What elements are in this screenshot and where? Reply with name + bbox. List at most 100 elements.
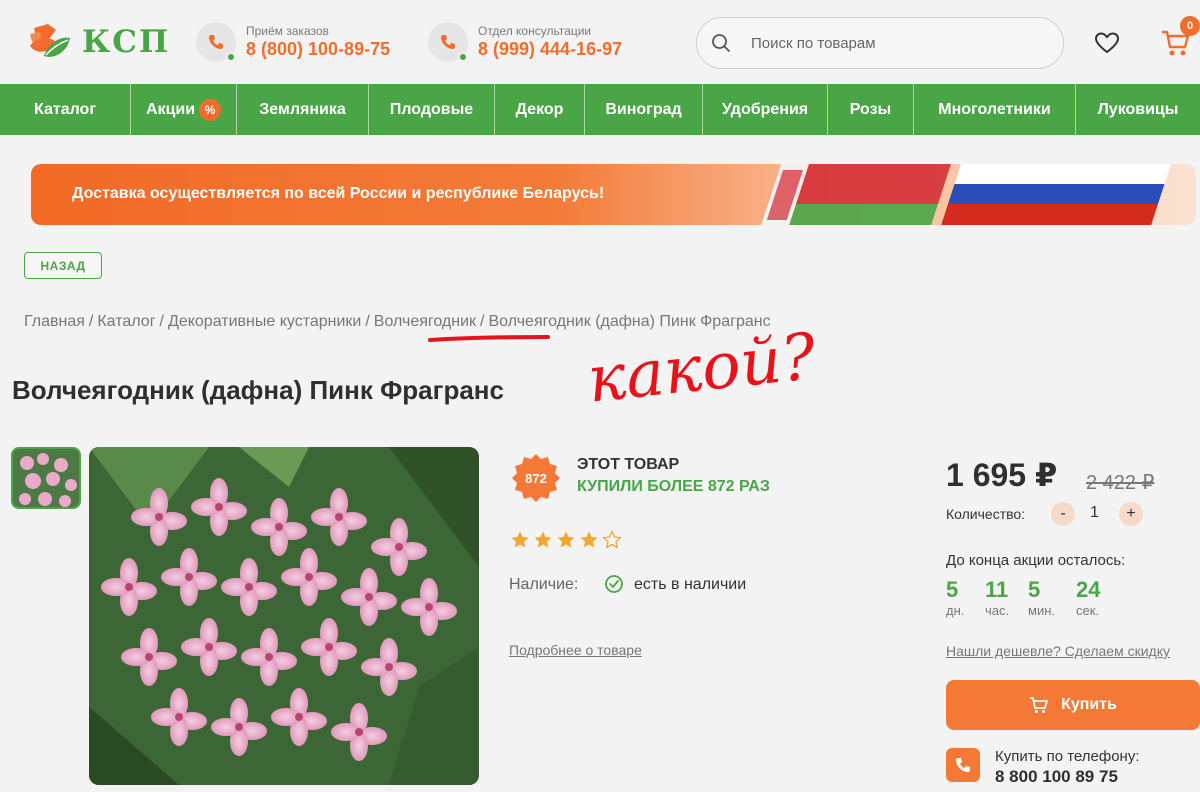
- product-details-link[interactable]: Подробнее о товаре: [509, 642, 642, 658]
- nav-item-decor[interactable]: Декор: [495, 84, 585, 135]
- nav-item-roses[interactable]: Розы: [828, 84, 914, 135]
- timer-days: 5 дн.: [946, 578, 964, 620]
- logo-text: КСП: [82, 24, 171, 60]
- breadcrumb-separator: /: [365, 313, 370, 330]
- online-dot: [459, 53, 467, 61]
- timer-value: 5: [1028, 577, 1041, 602]
- nav-label: Плодовые: [389, 100, 474, 118]
- nav-item-bulbs[interactable]: Луковицы: [1076, 84, 1200, 135]
- phone-consult[interactable]: Отдел консультации 8 (999) 444-16-97: [428, 22, 622, 62]
- percent-badge-icon: %: [199, 98, 222, 121]
- phone-buy-icon-wrap[interactable]: [946, 748, 980, 782]
- nav-label: Декор: [515, 100, 564, 118]
- daphne-flowers-image: [89, 447, 479, 785]
- star-filled-icon[interactable]: [579, 530, 599, 550]
- back-button[interactable]: НАЗАД: [24, 252, 102, 279]
- breadcrumb-item-shrubs[interactable]: Декоративные кустарники: [168, 313, 361, 330]
- site-logo[interactable]: КСП: [26, 22, 170, 62]
- timer-minutes: 5 мин.: [1028, 578, 1055, 620]
- breadcrumb-item-daphne[interactable]: Волчеягодник: [374, 313, 476, 330]
- timer-value: 24: [1076, 577, 1101, 602]
- old-price: 2 422 ₽: [1086, 472, 1155, 494]
- banner-text: Доставка осуществляется по всей России и…: [72, 185, 605, 202]
- timer-value: 5: [946, 577, 959, 602]
- search-input[interactable]: [751, 34, 1031, 52]
- product-main-image[interactable]: [89, 447, 479, 785]
- star-empty-icon[interactable]: [602, 530, 622, 550]
- nav-label: Удобрения: [721, 100, 809, 118]
- nav-item-catalog[interactable]: Каталог: [0, 84, 131, 135]
- online-dot: [227, 53, 235, 61]
- phone-buy-label: Купить по телефону:: [995, 748, 1140, 765]
- timer-label: До конца акции осталось:: [946, 552, 1126, 569]
- phone-orders-icon-wrap: [196, 22, 236, 62]
- phone-buy-number[interactable]: 8 800 100 89 75: [995, 767, 1118, 787]
- stock-value: есть в наличии: [634, 576, 747, 593]
- nav-label: Виноград: [605, 100, 682, 118]
- nav-item-fertilizers[interactable]: Удобрения: [703, 84, 828, 135]
- nav-label: Многолетники: [938, 100, 1051, 118]
- nav-label: Каталог: [34, 100, 96, 118]
- breadcrumb-separator: /: [159, 313, 164, 330]
- current-price: 1 695 ₽: [946, 457, 1058, 493]
- quantity-decrease-button[interactable]: -: [1051, 502, 1075, 526]
- star-filled-icon[interactable]: [533, 530, 553, 550]
- nav-label: Акции: [145, 100, 196, 118]
- bought-line-2: КУПИЛИ БОЛЕЕ 872 РАЗ: [577, 478, 770, 495]
- bought-line-1: ЭТОТ ТОВАР: [577, 456, 680, 473]
- phone-consult-icon-wrap: [428, 22, 468, 62]
- nav-item-strawberry[interactable]: Земляника: [237, 84, 369, 135]
- cart-count-badge: 0: [1180, 16, 1200, 36]
- bought-count: 872: [525, 470, 547, 486]
- timer-hours: 11 час.: [985, 578, 1009, 620]
- favorites-heart-icon[interactable]: [1094, 31, 1120, 55]
- site-header: КСП Приём заказов 8 (800) 100-89-75 Отде…: [0, 0, 1200, 84]
- buy-button-label: Купить: [1061, 696, 1117, 713]
- delivery-banner[interactable]: Доставка осуществляется по всей России и…: [31, 164, 1196, 225]
- nav-item-perennials[interactable]: Многолетники: [914, 84, 1076, 135]
- nav-item-sales[interactable]: Акции%: [131, 84, 237, 135]
- breadcrumb-separator: /: [88, 313, 94, 330]
- phone-orders-caption: Приём заказов: [246, 24, 329, 38]
- cart-icon: [1030, 697, 1048, 713]
- quantity-increase-button[interactable]: +: [1119, 502, 1143, 526]
- timer-unit-label: час.: [985, 603, 1010, 618]
- phone-icon: [441, 35, 455, 49]
- found-cheaper-link[interactable]: Нашли дешевле? Сделаем скидку: [946, 643, 1170, 659]
- phone-orders[interactable]: Приём заказов 8 (800) 100-89-75: [196, 22, 390, 62]
- search-icon[interactable]: [711, 33, 731, 53]
- breadcrumb-item-home[interactable]: Главная: [24, 313, 85, 330]
- nav-label: Земляника: [259, 100, 346, 118]
- phone-orders-number[interactable]: 8 (800) 100-89-75: [246, 38, 390, 60]
- rating-stars[interactable]: [510, 530, 622, 550]
- product-thumbnail[interactable]: [11, 447, 81, 509]
- timer-unit-label: дн.: [946, 603, 965, 618]
- flags-illustration: [761, 164, 1171, 225]
- star-filled-icon[interactable]: [510, 530, 530, 550]
- quantity-label: Количество:: [946, 506, 1026, 522]
- buy-button[interactable]: Купить: [946, 680, 1200, 730]
- breadcrumb-item-catalog[interactable]: Каталог: [97, 313, 155, 330]
- search-bar[interactable]: [696, 17, 1064, 69]
- phone-consult-caption: Отдел консультации: [478, 24, 592, 38]
- nav-label: Луковицы: [1097, 100, 1179, 118]
- nav-item-grapes[interactable]: Виноград: [585, 84, 703, 135]
- breadcrumb-separator: /: [480, 313, 485, 330]
- annotation-text: какой?: [584, 320, 820, 418]
- phone-icon: [209, 35, 223, 49]
- check-circle-icon: [605, 575, 623, 593]
- star-filled-icon[interactable]: [556, 530, 576, 550]
- thumbnail-image: [13, 449, 79, 507]
- main-nav: Каталог Акции% Земляника Плодовые Декор …: [0, 84, 1200, 135]
- phone-icon: [956, 758, 970, 772]
- product-title: Волчеягодник (дафна) Пинк Фрагранс: [12, 375, 504, 405]
- phone-consult-number[interactable]: 8 (999) 444-16-97: [478, 38, 622, 60]
- nav-item-fruit[interactable]: Плодовые: [369, 84, 495, 135]
- timer-value: 11: [985, 577, 1009, 602]
- quantity-value[interactable]: 1: [1090, 504, 1099, 522]
- timer-unit-label: мин.: [1028, 603, 1055, 618]
- nav-label: Розы: [849, 100, 892, 118]
- logo-leaf-icon: [30, 24, 70, 57]
- timer-seconds: 24 сек.: [1076, 578, 1100, 620]
- timer-unit-label: сек.: [1076, 603, 1100, 618]
